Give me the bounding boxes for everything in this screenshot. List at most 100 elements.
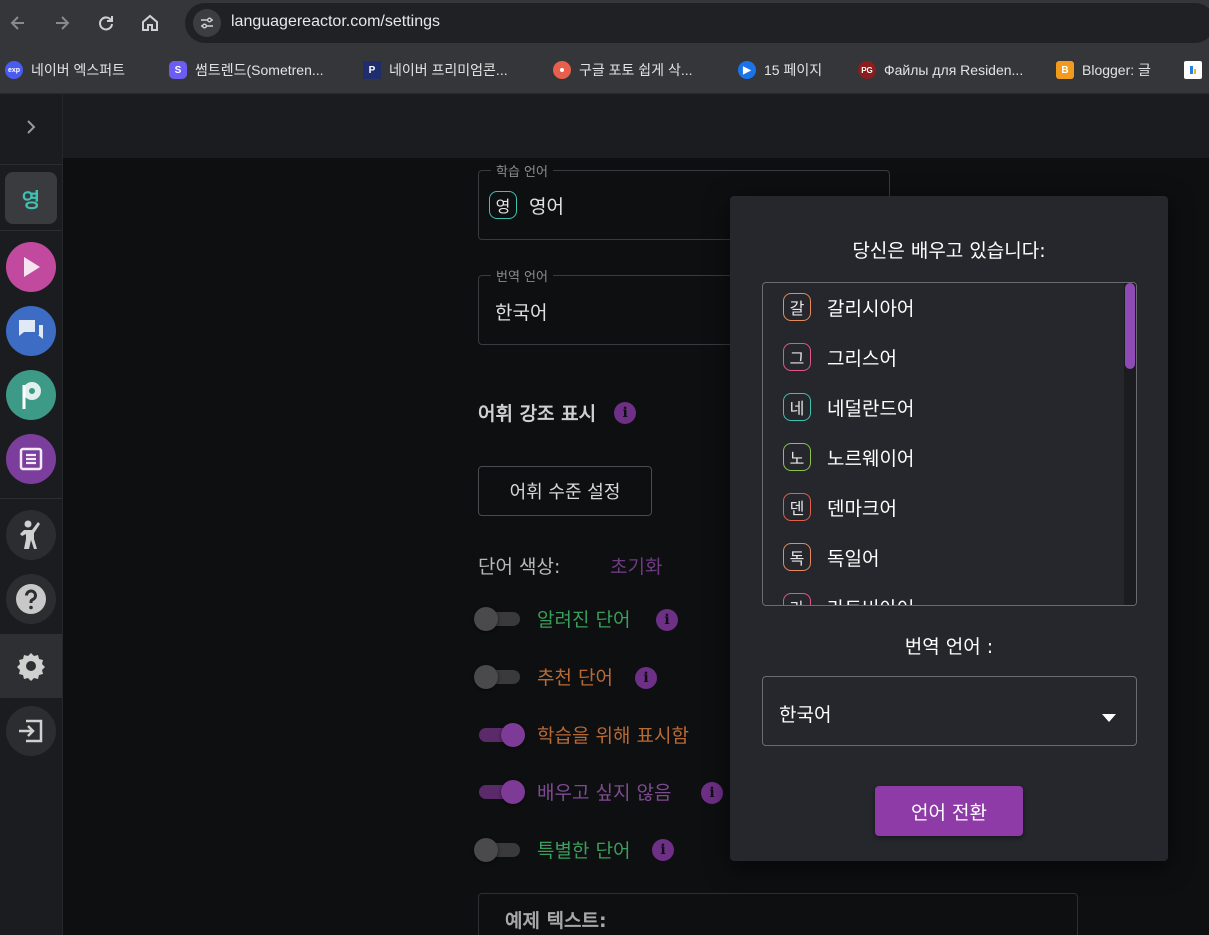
forward-arrow-icon[interactable] [46, 7, 78, 39]
language-name: 그리스어 [827, 347, 897, 370]
language-chip: 네 [783, 393, 811, 421]
bookmark-label: 네이버 프리미엄콘... [389, 62, 508, 78]
translation-language-select[interactable]: 한국어 [762, 676, 1137, 746]
sidebar-chat-button[interactable] [0, 304, 62, 358]
learning-language-legend: 학습 언어 [491, 161, 553, 180]
list-item[interactable]: 노 노르웨이어 [783, 441, 914, 473]
translation-language-legend: 번역 언어 [491, 266, 553, 285]
bookmark-item[interactable]: 구글 포토 쉽게 삭... [553, 58, 693, 82]
chevron-right-icon [24, 118, 38, 140]
bookmark-favicon-icon [553, 61, 571, 79]
sidebar-divider [0, 230, 62, 231]
language-name: 노르웨이어 [827, 447, 915, 470]
recommended-words-label: 추천 단어 [537, 667, 613, 689]
language-name: 네덜란드어 [827, 397, 915, 420]
play-icon [6, 242, 56, 292]
site-settings-icon[interactable] [193, 9, 221, 37]
bookmark-item[interactable]: ▶ 15 페이지 [738, 58, 822, 82]
language-chip: 노 [783, 443, 811, 471]
dialog-title: 당신은 배우고 있습니다: [852, 240, 1046, 262]
language-chip: 영 [5, 172, 57, 224]
highlight-heading: 어휘 강조 표시 [478, 403, 597, 425]
info-icon[interactable]: i [701, 782, 723, 804]
switch-language-button[interactable]: 언어 전환 [875, 786, 1023, 836]
language-chip: 영 [489, 191, 517, 219]
list-item[interactable]: 네 네덜란드어 [783, 391, 914, 423]
translation-language-value: 한국어 [495, 302, 548, 324]
special-words-label: 특별한 단어 [537, 840, 631, 862]
dont-want-to-learn-toggle[interactable] [477, 778, 525, 806]
scrollbar-thumb[interactable] [1125, 283, 1135, 369]
list-item[interactable]: 갈 갈리시아어 [783, 291, 914, 323]
bookmark-item[interactable] [1184, 58, 1209, 82]
bookmark-item[interactable]: exp 네이버 엑스퍼트 [5, 58, 125, 82]
gear-icon [6, 641, 56, 691]
info-icon[interactable]: i [635, 667, 657, 689]
help-icon [6, 574, 56, 624]
sidebar-divider [0, 164, 62, 165]
reload-icon[interactable] [90, 7, 122, 39]
bookmark-label: 썸트렌드(Sometren... [195, 62, 324, 78]
marked-for-learning-label: 학습을 위해 표시함 [537, 725, 689, 747]
sidebar-divider [0, 498, 62, 499]
info-icon[interactable]: i [652, 839, 674, 861]
language-chip: 독 [783, 543, 811, 571]
bookmark-favicon-icon: S [169, 61, 187, 79]
bookmark-label: Blogger: 글 [1082, 62, 1151, 78]
word-color-label: 단어 색상: [478, 556, 561, 578]
language-switch-dialog: 당신은 배우고 있습니다: 갈 갈리시아어 그 그리스어 네 네덜란드어 노 노… [730, 196, 1168, 861]
bookmark-favicon-icon: PG [858, 61, 876, 79]
language-chip: 덴 [783, 493, 811, 521]
language-name: 갈리시아어 [827, 297, 915, 320]
address-bar[interactable]: languagereactor.com/settings [185, 3, 1209, 43]
sidebar-video-button[interactable] [0, 240, 62, 294]
language-name: 덴마크어 [827, 497, 897, 520]
bookmark-item[interactable]: B Blogger: 글 [1056, 58, 1151, 82]
bookmark-item[interactable]: P 네이버 프리미엄콘... [363, 58, 508, 82]
bookmark-label: 네이버 엑스퍼트 [31, 62, 126, 78]
sidebar-settings-button[interactable] [0, 634, 62, 698]
back-arrow-icon[interactable] [2, 7, 34, 39]
logout-icon [6, 706, 56, 756]
scrollbar-track[interactable] [1124, 283, 1136, 605]
recommended-words-toggle[interactable] [474, 663, 522, 691]
list-item[interactable]: 독 독일어 [783, 541, 879, 573]
list-document-icon [6, 434, 56, 484]
bookmarks-bar: exp 네이버 엑스퍼트 S 썸트렌드(Sometren... P 네이버 프리… [0, 46, 1209, 94]
expand-sidebar-button[interactable] [0, 108, 62, 150]
language-name: 라트비아어 [827, 594, 914, 606]
sidebar-accessibility-button[interactable] [0, 508, 62, 562]
bookmark-item[interactable]: S 썸트렌드(Sometren... [169, 58, 324, 82]
bookmark-item[interactable]: PG Файлы для Residen... [858, 58, 1023, 82]
marked-for-learning-toggle[interactable] [477, 721, 525, 749]
language-list[interactable]: 갈 갈리시아어 그 그리스어 네 네덜란드어 노 노르웨이어 덴 덴마크어 독 … [762, 282, 1137, 606]
sidebar: 영 [0, 94, 63, 935]
browser-toolbar: languagereactor.com/settings [0, 0, 1209, 46]
known-words-toggle[interactable] [474, 605, 522, 633]
sidebar-language-button[interactable]: 영 [0, 172, 62, 224]
vocab-level-button[interactable]: 어휘 수준 설정 [478, 466, 652, 516]
language-chip: 라 [783, 593, 811, 605]
learning-language-value: 영어 [529, 195, 564, 218]
language-name: 독일어 [827, 547, 880, 570]
language-chip: 갈 [783, 293, 811, 321]
dont-want-to-learn-label: 배우고 싶지 않음 [537, 782, 672, 804]
reset-link[interactable]: 초기화 [610, 552, 662, 579]
person-waving-icon [6, 510, 56, 560]
home-icon[interactable] [134, 7, 166, 39]
translation-language-label: 번역 언어 : [904, 636, 994, 658]
special-words-toggle[interactable] [474, 836, 522, 864]
sidebar-text-button[interactable] [0, 432, 62, 486]
pinwheel-icon [6, 370, 56, 420]
info-icon[interactable]: i [614, 401, 637, 424]
app-header [63, 94, 1209, 158]
list-item[interactable]: 덴 덴마크어 [783, 491, 897, 523]
bookmark-label: 구글 포토 쉽게 삭... [579, 62, 693, 78]
list-item[interactable]: 그 그리스어 [783, 341, 897, 373]
info-icon[interactable]: i [656, 609, 678, 631]
bookmark-favicon-icon [1184, 61, 1202, 79]
sidebar-logout-button[interactable] [0, 704, 62, 758]
sidebar-help-button[interactable] [0, 572, 62, 626]
list-item[interactable]: 라 라트비아어 [783, 591, 914, 606]
sidebar-phrasepump-button[interactable] [0, 368, 62, 422]
